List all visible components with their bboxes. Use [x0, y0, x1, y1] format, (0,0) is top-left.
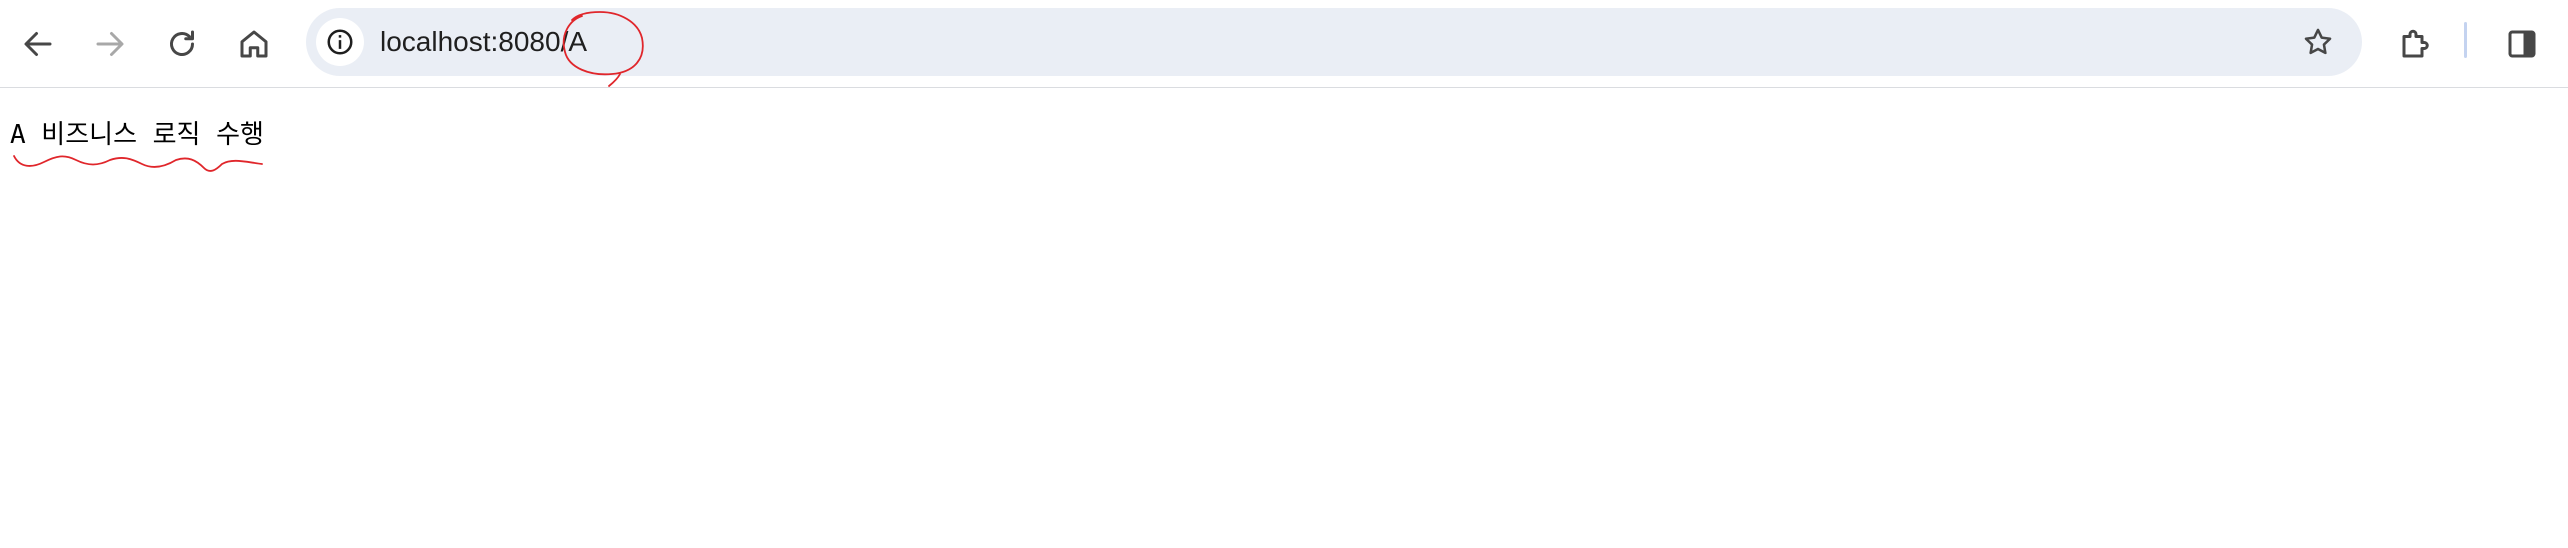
home-icon — [240, 30, 268, 58]
extensions-button[interactable] — [2390, 18, 2442, 70]
puzzle-icon — [2402, 29, 2429, 58]
reload-button[interactable] — [156, 18, 208, 70]
reload-icon — [170, 30, 194, 56]
page-body-text: A 비즈니스 로직 수행 — [10, 120, 264, 150]
side-panel-button[interactable] — [2496, 18, 2548, 70]
url-text[interactable]: localhost:8080/A — [380, 8, 587, 76]
page-content: A 비즈니스 로직 수행 — [0, 88, 2568, 548]
back-button[interactable] — [12, 18, 64, 70]
address-bar[interactable]: localhost:8080/A — [306, 8, 2362, 76]
toolbar-divider — [2464, 22, 2467, 58]
browser-toolbar: localhost:8080/A — [0, 0, 2568, 88]
home-button[interactable] — [228, 18, 280, 70]
arrow-left-icon — [24, 32, 52, 56]
site-info-button[interactable] — [316, 18, 364, 66]
info-circle-icon — [327, 29, 353, 55]
star-icon — [2304, 28, 2332, 55]
bookmark-button[interactable] — [2296, 20, 2340, 64]
forward-button[interactable] — [84, 18, 136, 70]
arrow-right-icon — [96, 32, 124, 56]
side-panel-icon — [2508, 30, 2536, 58]
